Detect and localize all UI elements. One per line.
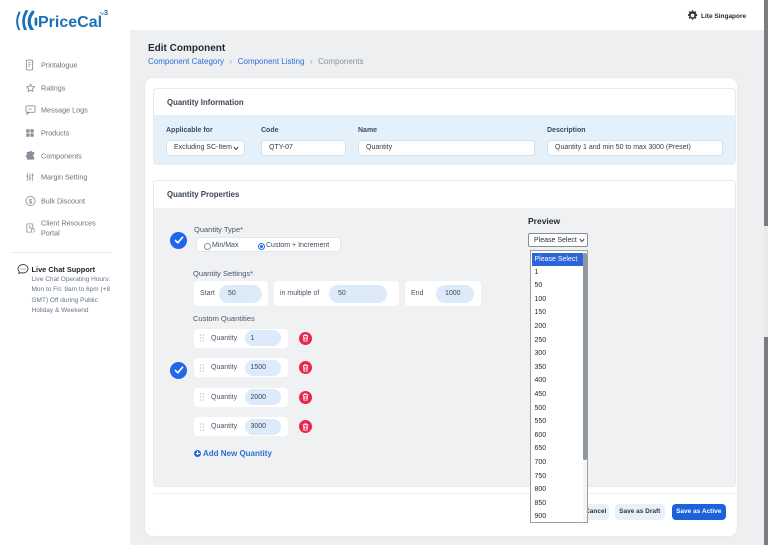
svg-text:$: $ [29, 198, 33, 205]
